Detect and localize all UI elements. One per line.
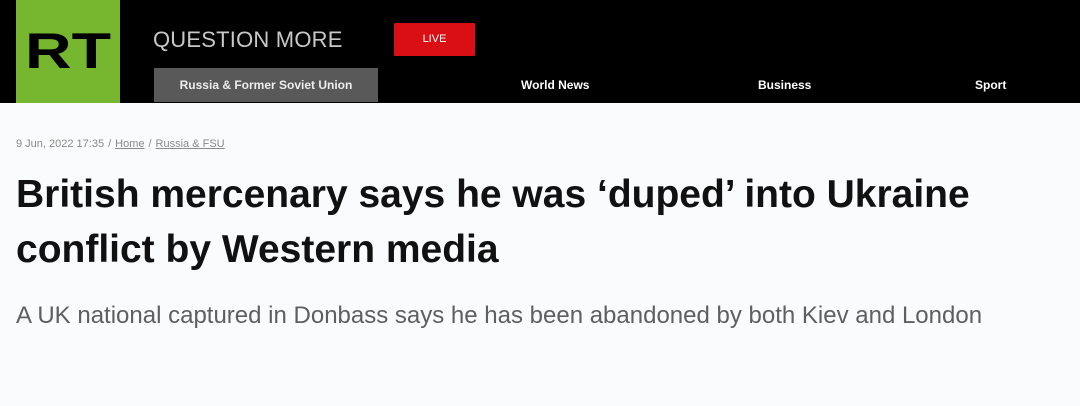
site-header: RT QUESTION MORE LIVE Russia & Former So… (0, 0, 1080, 103)
live-button[interactable]: LIVE (394, 23, 475, 56)
article-subtitle: A UK national captured in Donbass says h… (16, 302, 983, 329)
rt-logo[interactable]: RT (16, 0, 120, 103)
breadcrumb-separator: / (148, 138, 152, 150)
nav-russia-fsu[interactable]: Russia & Former Soviet Union (154, 68, 378, 102)
site-tagline: QUESTION MORE (153, 27, 343, 52)
breadcrumb-home[interactable]: Home (115, 138, 144, 150)
article-title: British mercenary says he was ‘duped’ in… (16, 173, 970, 271)
publish-date: 9 Jun, 2022 17:35 (16, 138, 105, 150)
nav-sport[interactable]: Sport (975, 68, 1006, 102)
article-meta: 9 Jun, 2022 17:35/Home / Russia & FSU (16, 138, 225, 150)
rt-logo-mark: RT (25, 28, 111, 74)
breadcrumb-separator: / (108, 138, 112, 150)
logo-text: RT (25, 28, 111, 74)
breadcrumb-section[interactable]: Russia & FSU (156, 138, 225, 150)
nav-business[interactable]: Business (758, 68, 811, 102)
nav-world-news[interactable]: World News (521, 68, 589, 102)
